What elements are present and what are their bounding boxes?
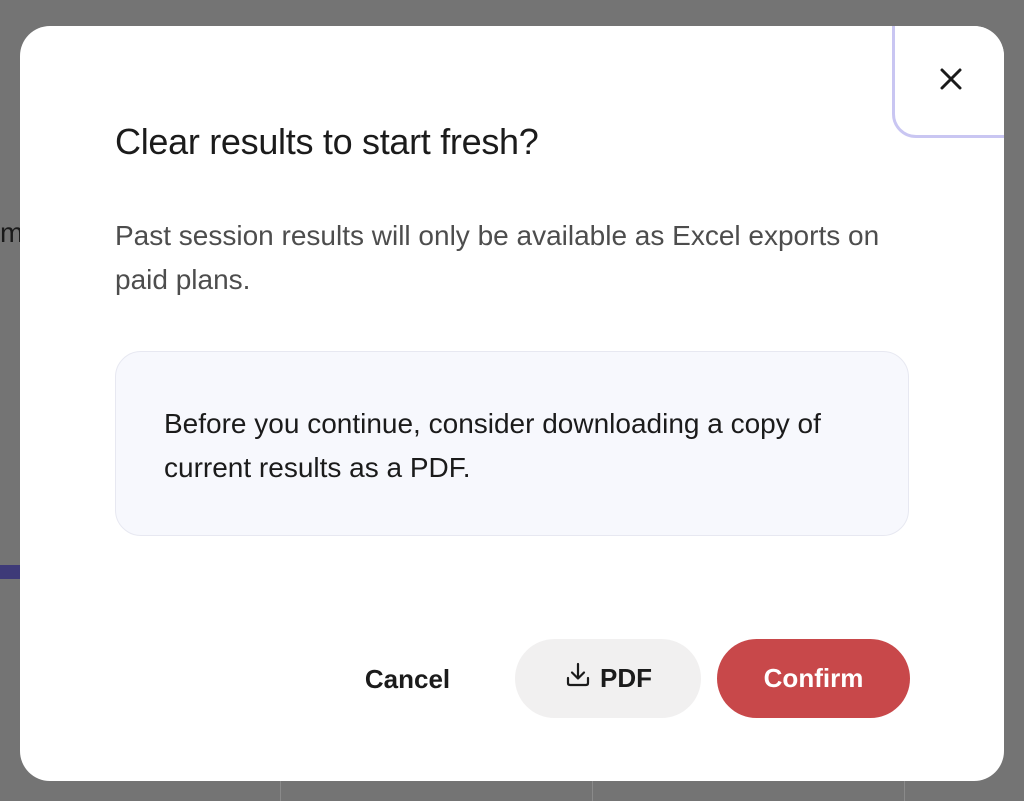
background-accent-bar — [0, 565, 20, 579]
dialog-title: Clear results to start fresh? — [115, 121, 539, 162]
cancel-button[interactable]: Cancel — [340, 640, 475, 718]
download-icon — [564, 661, 592, 696]
clear-results-dialog: Clear results to start fresh? Past sessi… — [20, 26, 1004, 781]
close-button[interactable] — [892, 26, 1004, 138]
close-icon — [939, 67, 963, 91]
info-box: Before you continue, consider downloadin… — [115, 351, 909, 536]
background-divider — [904, 780, 905, 801]
confirm-button[interactable]: Confirm — [717, 639, 910, 718]
download-pdf-button[interactable]: PDF — [515, 639, 701, 718]
pdf-button-label: PDF — [600, 663, 652, 693]
info-box-text: Before you continue, consider downloadin… — [164, 408, 821, 483]
background-divider — [592, 780, 593, 801]
background-divider — [280, 780, 281, 801]
dialog-description: Past session results will only be availa… — [115, 220, 880, 295]
